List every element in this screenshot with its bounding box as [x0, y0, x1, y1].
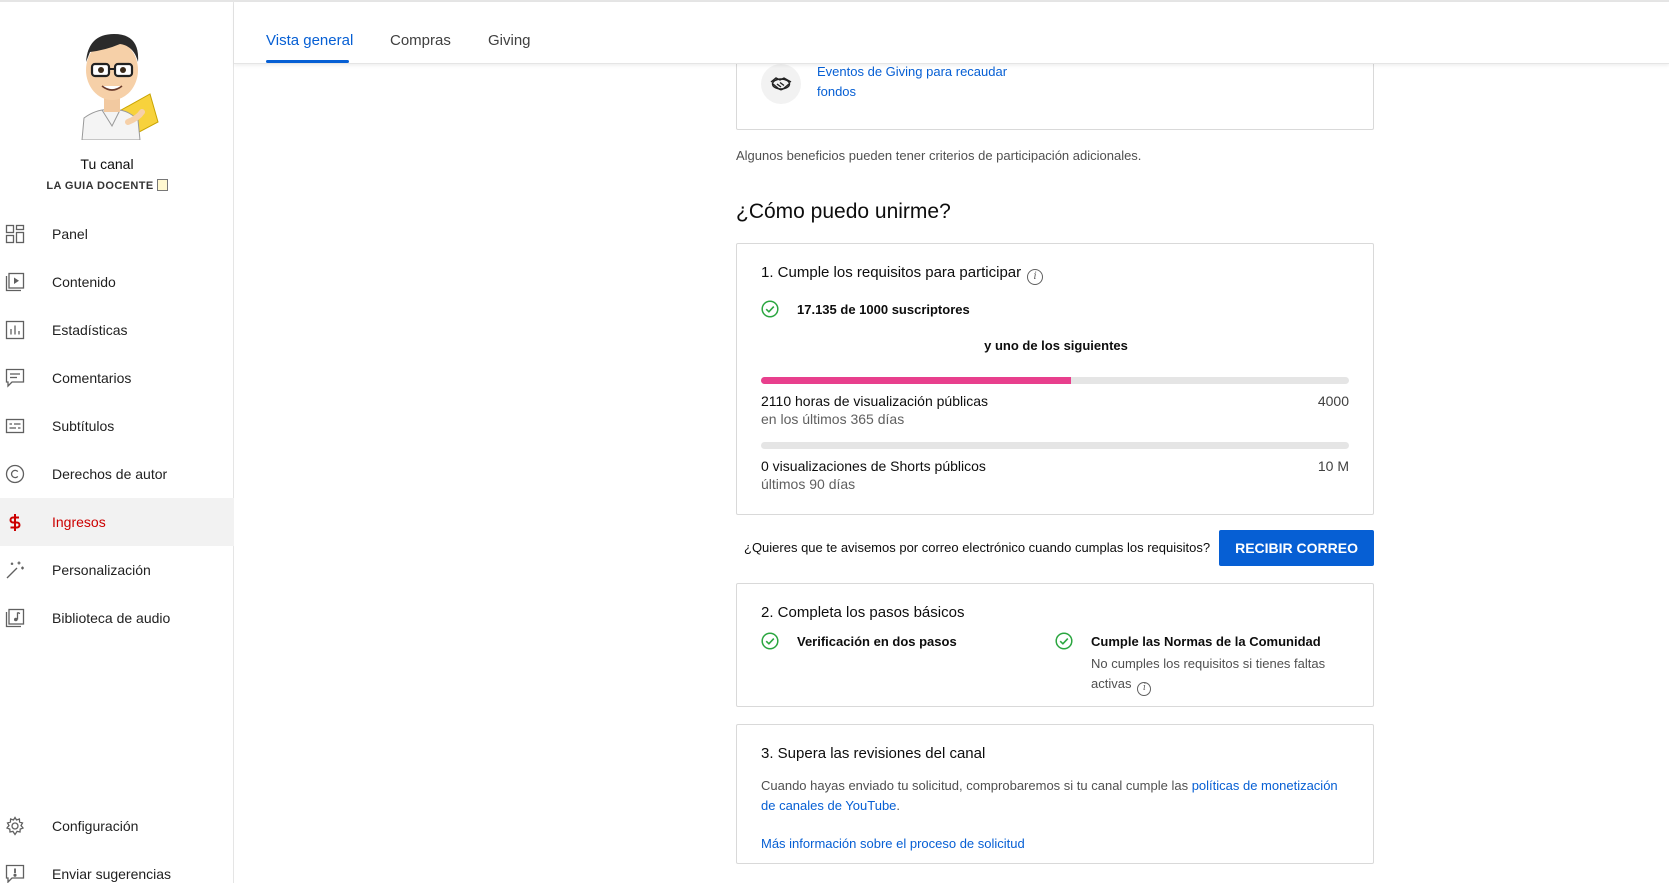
feedback-icon	[5, 864, 27, 883]
tab-compras[interactable]: Compras	[390, 32, 451, 49]
sidebar-bottom-nav: Configuración Enviar sugerencias	[0, 802, 234, 883]
sidebar-item-ingresos[interactable]: Ingresos	[0, 498, 234, 546]
sidebar: Tu canal LA GUIA DOCENTE Panel Contenido…	[0, 2, 234, 883]
sidebar-item-label: Estadísticas	[52, 322, 128, 338]
gear-icon	[5, 816, 27, 836]
two-step-verification: Verificación en dos pasos	[797, 634, 957, 649]
check-circle-icon	[761, 300, 779, 318]
content-icon	[5, 272, 27, 292]
sidebar-nav: Panel Contenido Estadísticas Comentarios…	[0, 210, 234, 642]
community-guidelines: Cumple las Normas de la Comunidad	[1091, 634, 1321, 649]
avatar[interactable]	[62, 22, 164, 141]
sidebar-item-label: Personalización	[52, 562, 151, 578]
sidebar-item-biblioteca-audio[interactable]: Biblioteca de audio	[0, 594, 234, 642]
community-guidelines-note-text: No cumples los requisitos si tienes falt…	[1091, 656, 1326, 691]
sidebar-item-configuracion[interactable]: Configuración	[0, 802, 234, 850]
watch-hours-progress-bar	[761, 377, 1349, 384]
channel-review-text-start: Cuando hayas enviado tu solicitud, compr…	[761, 778, 1192, 793]
shorts-views-label: 0 visualizaciones de Shorts públicos	[761, 458, 986, 474]
watch-hours-label: 2110 horas de visualización públicas	[761, 393, 988, 409]
channel-title: Tu canal	[80, 156, 134, 172]
giving-events-link[interactable]: Eventos de Giving para recaudar fondos	[817, 62, 1017, 102]
sidebar-item-label: Contenido	[52, 274, 116, 290]
requirements-card: 1. Cumple los requisitos para participar…	[736, 243, 1374, 515]
basic-steps-card: 2. Completa los pasos básicos Verificaci…	[736, 583, 1374, 707]
audio-library-icon	[5, 608, 27, 628]
sidebar-item-label: Ingresos	[52, 514, 106, 530]
basic-steps-title: 2. Completa los pasos básicos	[761, 604, 965, 621]
sidebar-item-label: Panel	[52, 226, 88, 242]
comments-icon	[5, 368, 27, 388]
sidebar-item-derechos[interactable]: Derechos de autor	[0, 450, 234, 498]
sidebar-item-estadisticas[interactable]: Estadísticas	[0, 306, 234, 354]
subscribers-requirement: 17.135 de 1000 suscriptores	[797, 302, 970, 317]
giving-benefit-card: Eventos de Giving para recaudar fondos	[736, 56, 1374, 130]
requirements-title: 1. Cumple los requisitos para participar…	[761, 264, 1044, 285]
application-process-link[interactable]: Más información sobre el proceso de soli…	[761, 836, 1025, 851]
sidebar-item-subtitulos[interactable]: Subtítulos	[0, 402, 234, 450]
info-icon[interactable]: i	[1137, 682, 1152, 696]
sidebar-item-personalizacion[interactable]: Personalización	[0, 546, 234, 594]
shorts-views-target: 10 M	[1317, 458, 1349, 474]
subtitles-icon	[5, 416, 27, 436]
active-tab-indicator	[266, 60, 349, 63]
sidebar-item-enviar-sugerencias[interactable]: Enviar sugerencias	[0, 850, 234, 883]
benefits-note: Algunos beneficios pueden tener criterio…	[736, 148, 1142, 163]
watch-hours-period: en los últimos 365 días	[761, 411, 905, 427]
dollar-icon	[5, 512, 27, 532]
section-title: ¿Cómo puedo unirme?	[736, 200, 951, 223]
email-notify-row: ¿Quieres que te avisemos por correo elec…	[736, 530, 1374, 566]
sidebar-item-comentarios[interactable]: Comentarios	[0, 354, 234, 402]
info-icon[interactable]: i	[1027, 269, 1044, 285]
requirements-title-text: 1. Cumple los requisitos para participar	[761, 264, 1022, 281]
analytics-icon	[5, 320, 27, 340]
watch-hours-progress-fill	[761, 377, 1072, 384]
tab-bar: Vista general Compras Giving	[234, 2, 1669, 64]
copyright-icon	[5, 464, 27, 484]
handshake-icon	[761, 64, 801, 104]
check-circle-icon	[761, 632, 779, 650]
sidebar-item-label: Biblioteca de audio	[52, 610, 171, 626]
sidebar-item-contenido[interactable]: Contenido	[0, 258, 234, 306]
channel-name-text: LA GUIA DOCENTE	[46, 180, 154, 192]
magic-wand-icon	[5, 560, 27, 580]
community-guidelines-note: No cumples los requisitos si tienes falt…	[1091, 654, 1346, 696]
channel-review-text-end: .	[896, 798, 901, 813]
dashboard-icon	[5, 224, 27, 244]
sidebar-item-panel[interactable]: Panel	[0, 210, 234, 258]
shorts-views-period: últimos 90 días	[761, 476, 856, 492]
receive-email-button[interactable]: RECIBIR CORREO	[1219, 530, 1374, 566]
email-question: ¿Quieres que te avisemos por correo elec…	[744, 540, 1211, 555]
sidebar-item-label: Subtítulos	[52, 418, 115, 434]
check-circle-icon	[1055, 632, 1073, 650]
channel-review-title: 3. Supera las revisiones del canal	[761, 745, 986, 762]
tab-giving[interactable]: Giving	[488, 32, 531, 49]
channel-review-text: Cuando hayas enviado tu solicitud, compr…	[761, 776, 1351, 816]
or-text: y uno de los siguientes	[984, 338, 1128, 353]
watch-hours-target: 4000	[1317, 393, 1349, 409]
channel-name: LA GUIA DOCENTE	[0, 179, 214, 192]
memo-icon	[156, 179, 168, 191]
sidebar-item-label: Comentarios	[52, 370, 132, 386]
sidebar-item-label: Configuración	[52, 818, 139, 834]
shorts-views-progress-bar	[761, 442, 1349, 449]
sidebar-item-label: Enviar sugerencias	[52, 866, 172, 882]
sidebar-item-label: Derechos de autor	[52, 466, 168, 482]
channel-review-card: 3. Supera las revisiones del canal Cuand…	[736, 724, 1374, 864]
tab-vista-general[interactable]: Vista general	[266, 32, 353, 49]
